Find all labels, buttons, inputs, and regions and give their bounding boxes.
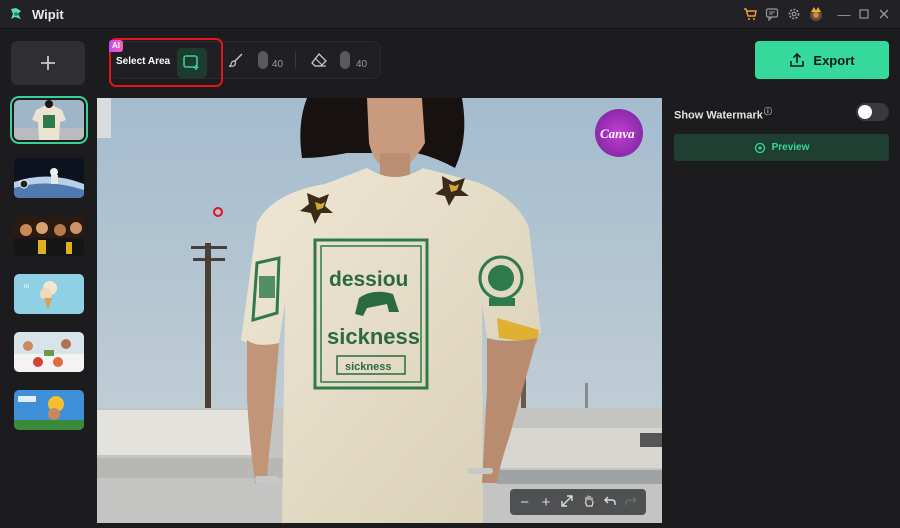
shirt-print-line1: dessiou <box>329 268 408 291</box>
preview-label: Preview <box>771 142 810 153</box>
pan-hand-icon[interactable] <box>580 494 598 511</box>
cart-icon[interactable] <box>742 6 758 22</box>
app-logo-icon <box>11 8 21 19</box>
photo-preview: dessiou sickness sickness Canva <box>97 98 662 523</box>
brush-size-slider[interactable] <box>258 51 268 69</box>
thumbnail-tshirt[interactable] <box>10 96 88 144</box>
svg-text:m: m <box>24 284 29 290</box>
export-icon <box>790 52 805 67</box>
thumbnail-wipit-promo[interactable] <box>14 390 84 430</box>
thumbnail-astronaut[interactable] <box>14 158 84 198</box>
thumbnail-icecream[interactable]: m <box>14 274 84 314</box>
shirt-print-line3: sickness <box>345 361 391 373</box>
select-area-tool[interactable]: AI Select Area <box>109 38 223 87</box>
preview-button[interactable]: Preview <box>674 134 889 161</box>
eye-icon <box>754 142 765 153</box>
select-area-button[interactable] <box>177 48 207 78</box>
redo-icon[interactable] <box>622 494 640 511</box>
avatar-icon[interactable] <box>808 6 824 22</box>
select-area-icon <box>183 55 199 70</box>
watermark-toggle[interactable] <box>856 103 889 121</box>
feedback-icon[interactable] <box>764 6 780 22</box>
title-bar: Wipit — <box>0 0 900 29</box>
undo-icon[interactable] <box>601 494 619 511</box>
brush-icon <box>228 53 243 67</box>
editing-toolbar: AI Select Area 40 40 Export <box>96 29 900 95</box>
thumbnail-sidebar: m <box>0 29 96 528</box>
eraser-size-value: 40 <box>356 59 368 70</box>
brush-size-value: 40 <box>272 59 284 70</box>
shirt-print-line2: sickness <box>327 324 420 349</box>
export-button[interactable]: Export <box>755 41 889 79</box>
zoom-toolbar: − + <box>510 489 646 515</box>
toolbar-divider <box>295 51 296 69</box>
zoom-in-icon[interactable]: + <box>537 494 555 511</box>
app-title: Wipit <box>32 7 64 22</box>
settings-panel: Show Watermarkⓘ Preview <box>662 95 900 528</box>
ai-badge: AI <box>109 40 123 52</box>
close-icon[interactable] <box>876 6 892 22</box>
info-icon[interactable]: ⓘ <box>764 107 772 116</box>
fit-screen-icon[interactable] <box>558 494 576 511</box>
plus-icon <box>41 56 55 70</box>
settings-gear-icon[interactable] <box>786 6 802 22</box>
watermark-row: Show Watermarkⓘ <box>674 106 772 122</box>
toggle-knob <box>858 105 872 119</box>
canva-watermark-text: Canva <box>600 126 635 141</box>
eraser-icon <box>311 53 327 67</box>
watermark-label: Show Watermark <box>674 109 763 122</box>
add-image-button[interactable] <box>11 41 85 85</box>
export-label: Export <box>813 52 855 68</box>
minimize-icon[interactable]: — <box>836 6 852 22</box>
zoom-out-icon[interactable]: − <box>516 494 534 511</box>
select-area-label: Select Area <box>116 56 171 67</box>
image-canvas[interactable]: dessiou sickness sickness Canva − + <box>97 98 662 523</box>
thumbnail-dining[interactable] <box>14 332 84 372</box>
thumbnail-graduation[interactable] <box>14 216 84 256</box>
maximize-icon[interactable] <box>856 6 872 22</box>
eraser-size-slider[interactable] <box>340 51 350 69</box>
